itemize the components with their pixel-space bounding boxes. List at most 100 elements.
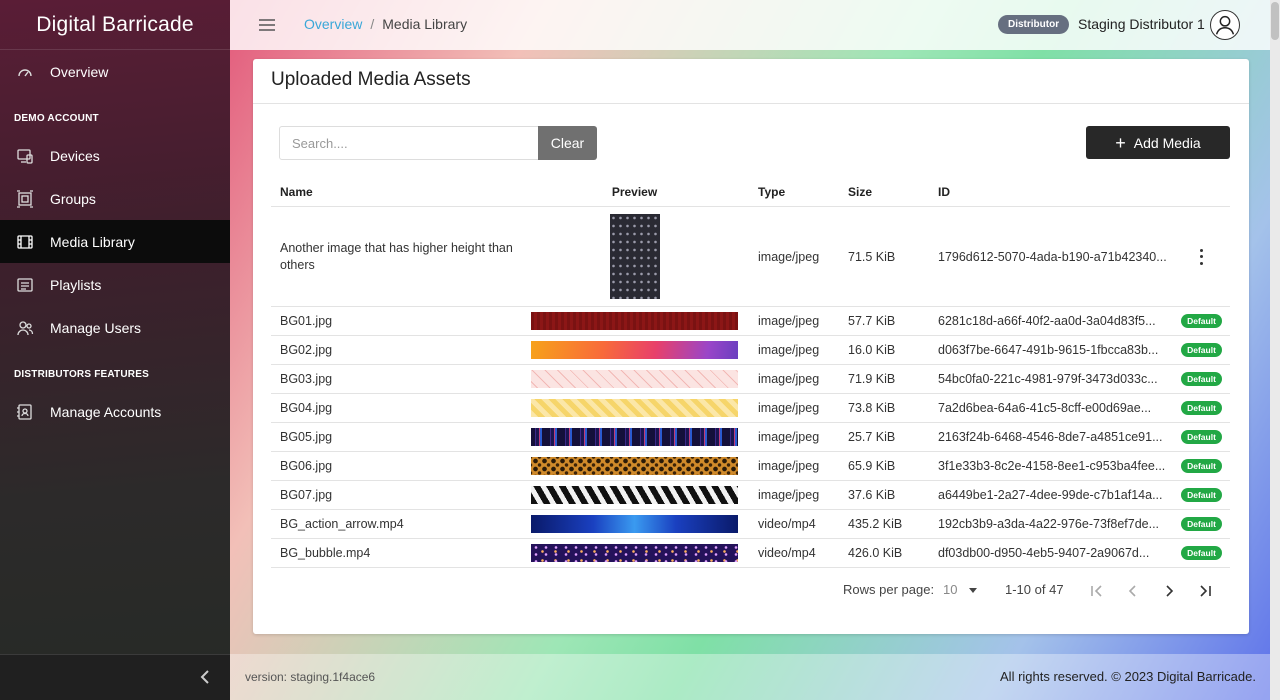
media-table: Name Preview Type Size ID Another image … (271, 177, 1230, 568)
preview-thumbnail (531, 486, 738, 504)
table-row[interactable]: BG_action_arrow.mp4 video/mp4 435.2 KiB … (271, 510, 1230, 539)
sidebar-item-groups[interactable]: Groups (0, 177, 230, 220)
breadcrumb-current: Media Library (382, 16, 468, 32)
avatar-icon[interactable] (1210, 10, 1240, 40)
preview-thumbnail (531, 312, 738, 330)
cell-id: 2163f24b-6468-4546-8de7-a4851ce91... (938, 430, 1163, 444)
header-id[interactable]: ID (928, 185, 1173, 199)
rows-per-page-select[interactable]: 10 (943, 582, 957, 597)
breadcrumb: Overview / Media Library (304, 16, 467, 32)
cell-id: df03db00-d950-4eb5-9407-2a9067d... (938, 546, 1150, 560)
sidebar: Digital Barricade Overview DEMO ACCOUNT … (0, 0, 230, 700)
sidebar-item-media-library[interactable]: Media Library (0, 220, 230, 263)
cell-preview (521, 312, 748, 330)
copyright-text: All rights reserved. © 2023 Digital Barr… (1000, 669, 1256, 684)
table-row[interactable]: BG_bubble.mp4 video/mp4 426.0 KiB df03db… (271, 539, 1230, 568)
breadcrumb-separator: / (370, 16, 375, 32)
sidebar-item-playlists[interactable]: Playlists (0, 263, 230, 306)
add-media-button[interactable]: + Add Media (1086, 126, 1230, 159)
cell-type: image/jpeg (758, 430, 820, 444)
last-page-icon[interactable] (1195, 581, 1215, 601)
more-options-icon[interactable] (1197, 248, 1207, 265)
preview-thumbnail (531, 428, 738, 446)
table-row[interactable]: BG04.jpg image/jpeg 73.8 KiB 7a2d6bea-64… (271, 394, 1230, 423)
cell-preview (521, 341, 748, 359)
table-row[interactable]: BG02.jpg image/jpeg 16.0 KiB d063f7be-66… (271, 336, 1230, 365)
media-card: Uploaded Media Assets Clear + Add Media … (253, 59, 1249, 634)
pagination-range: 1-10 of 47 (1005, 582, 1064, 597)
table-row[interactable]: Another image that has higher height tha… (271, 207, 1230, 307)
table-row[interactable]: BG07.jpg image/jpeg 37.6 KiB a6449be1-2a… (271, 481, 1230, 510)
preview-thumbnail (531, 457, 738, 475)
user-name: Staging Distributor 1 (1078, 16, 1205, 32)
first-page-icon[interactable] (1087, 581, 1107, 601)
cell-actions (1173, 248, 1230, 265)
header-size[interactable]: Size (838, 185, 928, 199)
preview-thumbnail (531, 399, 738, 417)
cell-name: BG01.jpg (280, 314, 333, 328)
chevron-right-icon[interactable] (1159, 581, 1179, 601)
cell-actions: Default (1173, 314, 1230, 328)
cell-actions: Default (1173, 517, 1230, 531)
breadcrumb-overview[interactable]: Overview (304, 16, 362, 32)
preview-thumbnail (609, 214, 660, 299)
cell-actions: Default (1173, 430, 1230, 444)
cell-preview (521, 486, 748, 504)
preview-thumbnail (531, 515, 738, 533)
table-row[interactable]: BG03.jpg image/jpeg 71.9 KiB 54bc0fa0-22… (271, 365, 1230, 394)
cell-name: BG03.jpg (280, 372, 333, 386)
card-divider (253, 103, 1249, 104)
cell-type: image/jpeg (758, 249, 820, 264)
cell-name: BG06.jpg (280, 459, 333, 473)
table-row[interactable]: BG06.jpg image/jpeg 65.9 KiB 3f1e33b3-8c… (271, 452, 1230, 481)
sidebar-item-manage-accounts[interactable]: Manage Accounts (0, 390, 230, 433)
cell-size: 37.6 KiB (848, 488, 896, 502)
menu-icon[interactable] (258, 16, 276, 34)
sidebar-item-overview[interactable]: Overview (0, 50, 230, 93)
sidebar-section-distributors: DISTRIBUTORS FEATURES (14, 369, 149, 380)
cell-name: Another image that has higher height tha… (280, 240, 513, 272)
chevron-left-icon[interactable] (196, 667, 216, 687)
accounts-icon (17, 403, 32, 420)
cell-id: 192cb3b9-a3da-4a22-976e-73f8ef7de... (938, 517, 1160, 531)
cell-size: 65.9 KiB (848, 459, 896, 473)
devices-icon (17, 148, 33, 164)
cell-id: 6281c18d-a66f-40f2-aa0d-3a04d83f5... (938, 314, 1156, 328)
header-name[interactable]: Name (271, 185, 521, 199)
brand-title: Digital Barricade (0, 0, 230, 50)
caret-down-icon[interactable] (969, 588, 977, 593)
cell-actions: Default (1173, 401, 1230, 415)
sidebar-item-manage-users[interactable]: Manage Users (0, 306, 230, 349)
default-badge: Default (1181, 546, 1222, 560)
cell-actions: Default (1173, 343, 1230, 357)
header-preview: Preview (611, 184, 658, 199)
chevron-left-icon[interactable] (1123, 581, 1143, 601)
cell-size: 73.8 KiB (848, 401, 896, 415)
default-badge: Default (1181, 517, 1222, 531)
users-icon (17, 320, 34, 335)
cell-type: video/mp4 (758, 546, 816, 560)
header-type[interactable]: Type (748, 185, 838, 199)
table-row[interactable]: BG05.jpg image/jpeg 25.7 KiB 2163f24b-64… (271, 423, 1230, 452)
preview-thumbnail (531, 341, 738, 359)
cell-size: 435.2 KiB (848, 517, 903, 531)
topbar: Overview / Media Library Distributor Sta… (230, 0, 1280, 50)
page-title: Uploaded Media Assets (271, 69, 471, 90)
table-row[interactable]: BG01.jpg image/jpeg 57.7 KiB 6281c18d-a6… (271, 307, 1230, 336)
cell-id: 7a2d6bea-64a6-41c5-8cff-e00d69ae... (938, 401, 1152, 415)
sidebar-item-label: Manage Users (50, 319, 142, 336)
sidebar-item-devices[interactable]: Devices (0, 134, 230, 177)
default-badge: Default (1181, 459, 1222, 473)
cell-size: 16.0 KiB (848, 343, 896, 357)
sidebar-item-label: Manage Accounts (50, 403, 162, 420)
scrollbar-thumb[interactable] (1271, 2, 1279, 40)
groups-icon (17, 189, 33, 208)
page-scrollbar[interactable] (1270, 0, 1280, 700)
cell-preview (521, 544, 748, 562)
search-input[interactable] (279, 126, 539, 160)
cell-name: BG05.jpg (280, 430, 333, 444)
default-badge: Default (1181, 343, 1222, 357)
clear-button[interactable]: Clear (538, 126, 597, 160)
cell-name: BG07.jpg (280, 488, 333, 502)
cell-preview (521, 399, 748, 417)
